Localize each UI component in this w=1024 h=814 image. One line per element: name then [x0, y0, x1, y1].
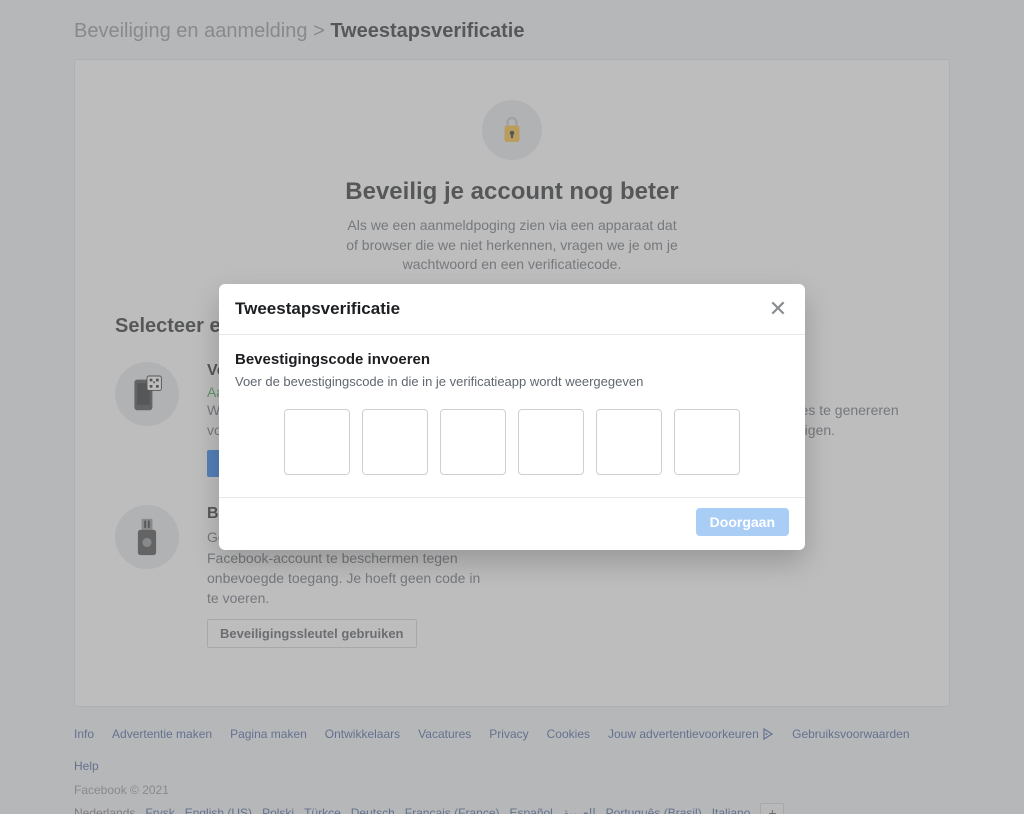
- code-digit-6[interactable]: [674, 409, 740, 475]
- code-digit-3[interactable]: [440, 409, 506, 475]
- two-factor-modal: Tweestapsverificatie ✕ Bevestigingscode …: [219, 284, 805, 550]
- modal-header: Tweestapsverificatie ✕: [219, 284, 805, 335]
- code-digit-4[interactable]: [518, 409, 584, 475]
- modal-overlay[interactable]: Tweestapsverificatie ✕ Bevestigingscode …: [0, 0, 1024, 814]
- code-digit-2[interactable]: [362, 409, 428, 475]
- modal-subheading: Bevestigingscode invoeren: [235, 351, 789, 368]
- modal-footer: Doorgaan: [219, 498, 805, 550]
- continue-button[interactable]: Doorgaan: [696, 508, 789, 536]
- code-digit-5[interactable]: [596, 409, 662, 475]
- code-input-row: [235, 409, 789, 475]
- code-digit-1[interactable]: [284, 409, 350, 475]
- modal-instruction: Voer de bevestigingscode in die in je ve…: [235, 374, 789, 389]
- modal-title: Tweestapsverificatie: [235, 299, 400, 319]
- close-icon[interactable]: ✕: [767, 298, 789, 320]
- modal-body: Bevestigingscode invoeren Voer de bevest…: [219, 335, 805, 498]
